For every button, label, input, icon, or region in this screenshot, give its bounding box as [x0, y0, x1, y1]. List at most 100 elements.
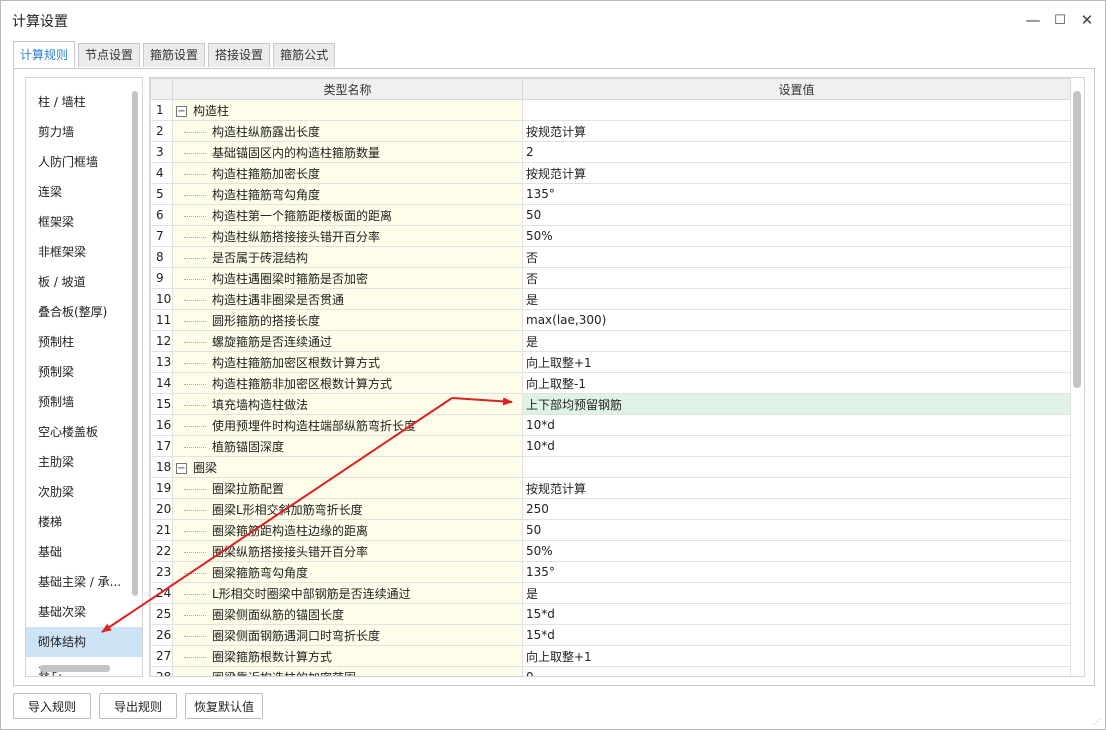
tab-calc-rules[interactable]: 计算规则: [13, 41, 76, 67]
setting-value-cell[interactable]: 是: [522, 330, 1071, 352]
collapse-icon[interactable]: −: [176, 462, 187, 474]
setting-value-cell[interactable]: 50%: [522, 540, 1071, 562]
row-number: 2: [150, 120, 173, 142]
tab-stirrup-formula[interactable]: 箍筋公式: [273, 43, 336, 67]
setting-value-cell[interactable]: 15*d: [522, 624, 1071, 646]
grid-row[interactable]: 21 圈梁箍筋距构造柱边缘的距离 50: [150, 519, 1071, 541]
import-rules-button[interactable]: 导入规则: [13, 693, 91, 719]
type-name-text: 构造柱遇非圈梁是否贯通: [212, 292, 345, 307]
setting-value-cell[interactable]: 50: [522, 519, 1071, 541]
setting-value-cell[interactable]: 是: [522, 582, 1071, 604]
nav-horizontal-scrollbar[interactable]: [40, 665, 110, 672]
setting-value-cell[interactable]: 按规范计算: [522, 120, 1071, 142]
close-icon[interactable]: ✕: [1076, 9, 1098, 31]
setting-value-cell[interactable]: [522, 456, 1071, 478]
grid-row[interactable]: 3 基础锚固区内的构造柱箍筋数量 2: [150, 141, 1071, 163]
grid-row[interactable]: 8 是否属于砖混结构 否: [150, 246, 1071, 268]
setting-value-cell[interactable]: 250: [522, 498, 1071, 520]
nav-item[interactable]: 预制柱: [26, 327, 142, 357]
grid-row[interactable]: 27 圈梁箍筋根数计算方式 向上取整+1: [150, 645, 1071, 667]
setting-value-cell[interactable]: 向上取整+1: [522, 351, 1071, 373]
grid-row[interactable]: 4 构造柱箍筋加密长度 按规范计算: [150, 162, 1071, 184]
setting-value-cell[interactable]: 10*d: [522, 414, 1071, 436]
setting-value-cell[interactable]: 上下部均预留钢筋: [522, 393, 1071, 415]
tab-stirrup-settings[interactable]: 箍筋设置: [143, 43, 206, 67]
nav-item[interactable]: 次肋梁: [26, 477, 142, 507]
grid-row[interactable]: 19 圈梁拉筋配置 按规范计算: [150, 477, 1071, 499]
nav-item[interactable]: 主肋梁: [26, 447, 142, 477]
grid-header-row: 类型名称 设置值: [150, 78, 1071, 100]
setting-value-cell[interactable]: 0: [522, 666, 1071, 676]
nav-item[interactable]: 柱 / 墙柱: [26, 87, 142, 117]
setting-value-cell[interactable]: 50%: [522, 225, 1071, 247]
grid-row[interactable]: 2 构造柱纵筋露出长度 按规范计算: [150, 120, 1071, 142]
grid-row[interactable]: 24 L形相交时圈梁中部钢筋是否连续通过 是: [150, 582, 1071, 604]
grid-group-row[interactable]: 1− 构造柱: [150, 99, 1071, 121]
grid-row[interactable]: 14 构造柱箍筋非加密区根数计算方式 向上取整-1: [150, 372, 1071, 394]
setting-value-cell[interactable]: 2: [522, 141, 1071, 163]
nav-vertical-scrollbar[interactable]: [132, 91, 138, 596]
setting-value-cell[interactable]: 15*d: [522, 603, 1071, 625]
type-name-text: 圈梁纵筋搭接接头错开百分率: [212, 544, 369, 559]
grid-row[interactable]: 12 螺旋箍筋是否连续通过 是: [150, 330, 1071, 352]
maximize-icon[interactable]: ☐: [1049, 9, 1071, 31]
setting-value-cell[interactable]: [522, 99, 1071, 121]
nav-item[interactable]: 预制墙: [26, 387, 142, 417]
setting-value-cell[interactable]: 10*d: [522, 435, 1071, 457]
grid-row[interactable]: 22 圈梁纵筋搭接接头错开百分率 50%: [150, 540, 1071, 562]
tab-node-settings[interactable]: 节点设置: [78, 43, 141, 67]
grid-row[interactable]: 26 圈梁侧面钢筋遇洞口时弯折长度 15*d: [150, 624, 1071, 646]
grid-row[interactable]: 25 圈梁侧面纵筋的锚固长度 15*d: [150, 603, 1071, 625]
type-name-cell: 是否属于砖混结构: [172, 246, 523, 268]
setting-value-cell[interactable]: 否: [522, 267, 1071, 289]
grid-row[interactable]: 13 构造柱箍筋加密区根数计算方式 向上取整+1: [150, 351, 1071, 373]
resize-grip-icon[interactable]: ⋰: [1093, 717, 1103, 727]
nav-item[interactable]: 基础主梁 / 承...: [26, 567, 142, 597]
nav-item[interactable]: 基础: [26, 537, 142, 567]
nav-item[interactable]: 预制梁: [26, 357, 142, 387]
setting-value-cell[interactable]: 向上取整+1: [522, 645, 1071, 667]
setting-value-cell[interactable]: max(lae,300): [522, 309, 1071, 331]
grid-row[interactable]: 11 圆形箍筋的搭接长度 max(lae,300): [150, 309, 1071, 331]
export-rules-button[interactable]: 导出规则: [99, 693, 177, 719]
type-name-text: 圈梁拉筋配置: [212, 481, 285, 496]
minimize-icon[interactable]: —: [1022, 9, 1044, 31]
restore-defaults-button[interactable]: 恢复默认值: [185, 693, 263, 719]
grid-vertical-scrollbar[interactable]: [1073, 91, 1081, 388]
grid-row[interactable]: 23 圈梁箍筋弯勾角度 135°: [150, 561, 1071, 583]
nav-item[interactable]: 非框架梁: [26, 237, 142, 267]
grid-group-row[interactable]: 18− 圈梁: [150, 456, 1071, 478]
nav-item[interactable]: 叠合板(整厚): [26, 297, 142, 327]
grid-row[interactable]: 5 构造柱箍筋弯勾角度 135°: [150, 183, 1071, 205]
row-number: 23: [150, 561, 173, 583]
grid-row[interactable]: 20 圈梁L形相交斜加筋弯折长度 250: [150, 498, 1071, 520]
grid-row[interactable]: 15 填充墙构造柱做法 上下部均预留钢筋: [150, 393, 1071, 415]
setting-value-cell[interactable]: 135°: [522, 183, 1071, 205]
setting-value-cell[interactable]: 按规范计算: [522, 162, 1071, 184]
nav-item[interactable]: 空心楼盖板: [26, 417, 142, 447]
tab-lap-settings[interactable]: 搭接设置: [208, 43, 271, 67]
nav-item[interactable]: 楼梯: [26, 507, 142, 537]
nav-item[interactable]: 基础次梁: [26, 597, 142, 627]
type-name-cell: 构造柱箍筋加密长度: [172, 162, 523, 184]
grid-row[interactable]: 10 构造柱遇非圈梁是否贯通 是: [150, 288, 1071, 310]
grid-row[interactable]: 7 构造柱纵筋搭接接头错开百分率 50%: [150, 225, 1071, 247]
grid-row[interactable]: 9 构造柱遇圈梁时箍筋是否加密 否: [150, 267, 1071, 289]
setting-value-cell[interactable]: 50: [522, 204, 1071, 226]
setting-value-cell[interactable]: 是: [522, 288, 1071, 310]
setting-value-cell[interactable]: 135°: [522, 561, 1071, 583]
setting-value-cell[interactable]: 向上取整-1: [522, 372, 1071, 394]
setting-value-cell[interactable]: 否: [522, 246, 1071, 268]
nav-item[interactable]: 连梁: [26, 177, 142, 207]
setting-value-cell[interactable]: 按规范计算: [522, 477, 1071, 499]
nav-item[interactable]: 剪力墙: [26, 117, 142, 147]
grid-row[interactable]: 16 使用预埋件时构造柱端部纵筋弯折长度 10*d: [150, 414, 1071, 436]
grid-row[interactable]: 28 圈梁靠近构造柱的加密范围 0: [150, 666, 1071, 676]
grid-row[interactable]: 17 植筋锚固深度 10*d: [150, 435, 1071, 457]
collapse-icon[interactable]: −: [176, 105, 187, 117]
nav-item[interactable]: 框架梁: [26, 207, 142, 237]
nav-item[interactable]: 人防门框墙: [26, 147, 142, 177]
nav-item-masonry-selected[interactable]: 砌体结构: [26, 627, 142, 657]
nav-item[interactable]: 板 / 坡道: [26, 267, 142, 297]
grid-row[interactable]: 6 构造柱第一个箍筋距楼板面的距离 50: [150, 204, 1071, 226]
